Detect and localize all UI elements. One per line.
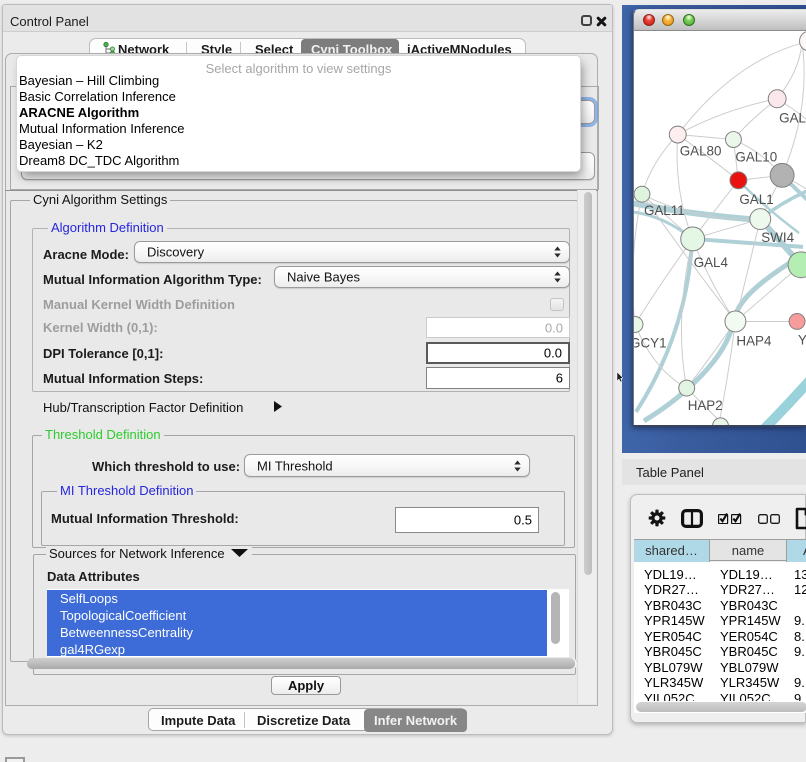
svg-text:HAP2: HAP2 [688, 398, 723, 413]
svg-text:SWI4: SWI4 [761, 230, 794, 245]
svg-text:GCY1: GCY1 [633, 335, 667, 350]
svg-text:GAL11: GAL11 [644, 203, 685, 218]
svg-text:HAP4: HAP4 [736, 333, 772, 348]
svg-text:GAL1: GAL1 [739, 192, 773, 207]
svg-text:GAL80: GAL80 [680, 143, 722, 158]
svg-text:GAL4: GAL4 [694, 255, 729, 270]
svg-text:Y: Y [798, 332, 806, 347]
svg-text:GAL10: GAL10 [735, 149, 777, 164]
svg-text:GAL: GAL [779, 111, 806, 126]
